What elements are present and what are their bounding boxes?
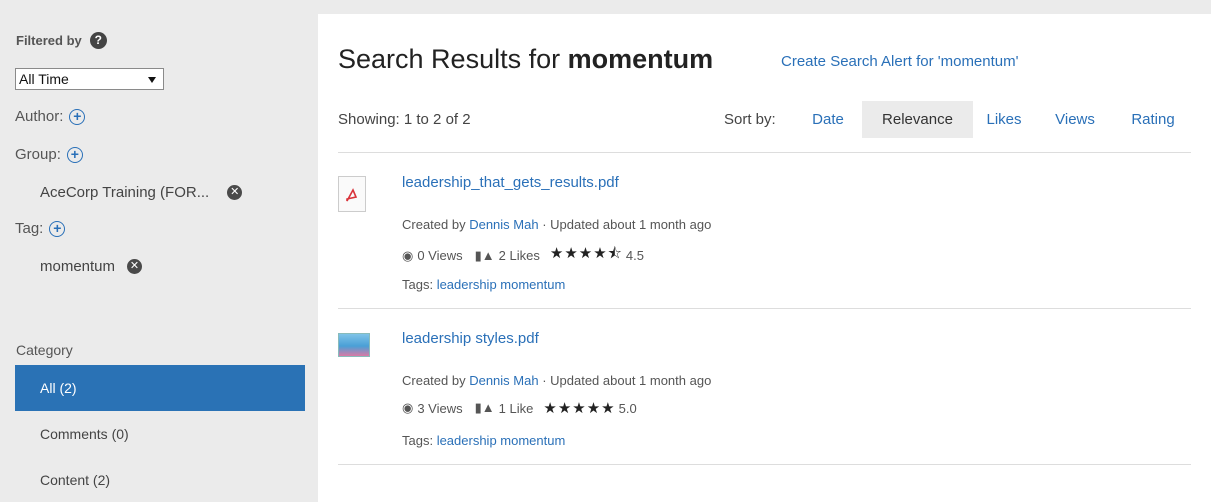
- search-query: momentum: [567, 44, 714, 74]
- tag-filter-chip: momentum ✕: [40, 258, 143, 275]
- divider: [338, 152, 1191, 153]
- help-icon[interactable]: ?: [89, 32, 107, 49]
- create-search-alert-link[interactable]: Create Search Alert for 'momentum': [781, 53, 1019, 70]
- like-count: 2 Likes: [498, 248, 540, 263]
- sort-date[interactable]: Date: [805, 101, 851, 138]
- category-comments[interactable]: Comments (0): [15, 411, 305, 457]
- sort-rating[interactable]: Rating: [1121, 101, 1185, 138]
- add-tag-icon[interactable]: +: [49, 220, 66, 237]
- page-title: Search Results for momentum: [338, 44, 713, 75]
- thumbs-up-icon[interactable]: ▮▲: [475, 248, 495, 264]
- result-stats: ◉ 3 Views ▮▲ 1 Like ★★★★★ 5.0: [402, 399, 637, 417]
- star-rating[interactable]: ★★★★⯪: [550, 243, 623, 268]
- tags-label: Tags:: [402, 433, 437, 448]
- category-all[interactable]: All (2): [15, 365, 305, 411]
- remove-group-icon[interactable]: ✕: [227, 185, 243, 200]
- remove-tag-icon[interactable]: ✕: [127, 259, 143, 274]
- thumbs-up-icon[interactable]: ▮▲: [475, 400, 495, 416]
- tag-links[interactable]: leadership momentum: [437, 277, 566, 292]
- group-value: AceCorp Training (FOR...: [40, 184, 210, 201]
- eye-icon: ◉: [402, 400, 414, 415]
- search-results-panel: Search Results for momentum Create Searc…: [318, 14, 1211, 502]
- divider: [338, 464, 1191, 465]
- result-item: leadership_that_gets_results.pdf Created…: [338, 174, 1191, 304]
- add-author-icon[interactable]: +: [69, 108, 86, 125]
- result-count: Showing: 1 to 2 of 2: [338, 111, 471, 128]
- time-filter-select[interactable]: All Time: [15, 68, 164, 90]
- view-count: 0 Views: [417, 248, 463, 263]
- tag-value: momentum: [40, 258, 116, 275]
- author-filter: Author: +: [15, 108, 86, 125]
- star-rating[interactable]: ★★★★★: [543, 399, 615, 417]
- group-filter-chip: AceCorp Training (FOR... ✕: [40, 184, 243, 201]
- title-prefix: Search Results for: [338, 44, 568, 74]
- rating-value: 4.5: [625, 248, 644, 263]
- result-item: leadership styles.pdf Created by Dennis …: [338, 330, 1191, 460]
- sort-views[interactable]: Views: [1048, 101, 1102, 138]
- tags-label: Tags:: [402, 277, 437, 292]
- group-filter: Group: +: [15, 146, 83, 163]
- group-label: Group:: [15, 146, 61, 163]
- like-count: 1 Like: [498, 400, 534, 416]
- author-label: Author:: [15, 108, 64, 125]
- created-prefix: Created by: [402, 373, 470, 388]
- updated-text: · Updated about 1 month ago: [538, 217, 712, 232]
- result-title-link[interactable]: leadership styles.pdf: [402, 330, 539, 347]
- chevron-down-icon: [148, 77, 156, 83]
- tag-label: Tag:: [15, 220, 44, 237]
- eye-icon: ◉: [402, 247, 414, 263]
- result-author-line: Created by Dennis Mah · Updated about 1 …: [402, 373, 711, 388]
- result-author-line: Created by Dennis Mah · Updated about 1 …: [402, 217, 711, 232]
- created-prefix: Created by: [402, 217, 470, 232]
- add-group-icon[interactable]: +: [66, 146, 83, 163]
- divider: [338, 308, 1191, 309]
- sort-likes[interactable]: Likes: [980, 101, 1028, 138]
- category-heading: Category: [16, 342, 73, 358]
- author-link[interactable]: Dennis Mah: [469, 373, 538, 388]
- pdf-icon[interactable]: [338, 176, 366, 212]
- updated-text: · Updated about 1 month ago: [538, 373, 712, 388]
- author-link[interactable]: Dennis Mah: [469, 217, 538, 232]
- filtered-by-heading: Filtered by ?: [16, 32, 107, 49]
- tag-links[interactable]: leadership momentum: [437, 433, 566, 448]
- filtered-by-label: Filtered by: [16, 33, 82, 48]
- filter-sidebar: Filtered by ? All Time Author: + Group: …: [0, 0, 318, 502]
- result-stats: ◉ 0 Views ▮▲ 2 Likes ★★★★⯪ 4.5: [402, 243, 644, 268]
- sort-relevance[interactable]: Relevance: [862, 101, 973, 138]
- category-content[interactable]: Content (2): [15, 457, 305, 502]
- tag-filter: Tag: +: [15, 220, 66, 237]
- result-title-link[interactable]: leadership_that_gets_results.pdf: [402, 174, 619, 191]
- result-tags: Tags: leadership momentum: [402, 433, 565, 448]
- sort-label: Sort by:: [724, 111, 776, 128]
- time-filter-value: All Time: [19, 71, 69, 87]
- image-thumbnail[interactable]: [338, 333, 370, 357]
- result-tags: Tags: leadership momentum: [402, 277, 565, 292]
- rating-value: 5.0: [618, 400, 637, 416]
- view-count: 3 Views: [417, 400, 463, 416]
